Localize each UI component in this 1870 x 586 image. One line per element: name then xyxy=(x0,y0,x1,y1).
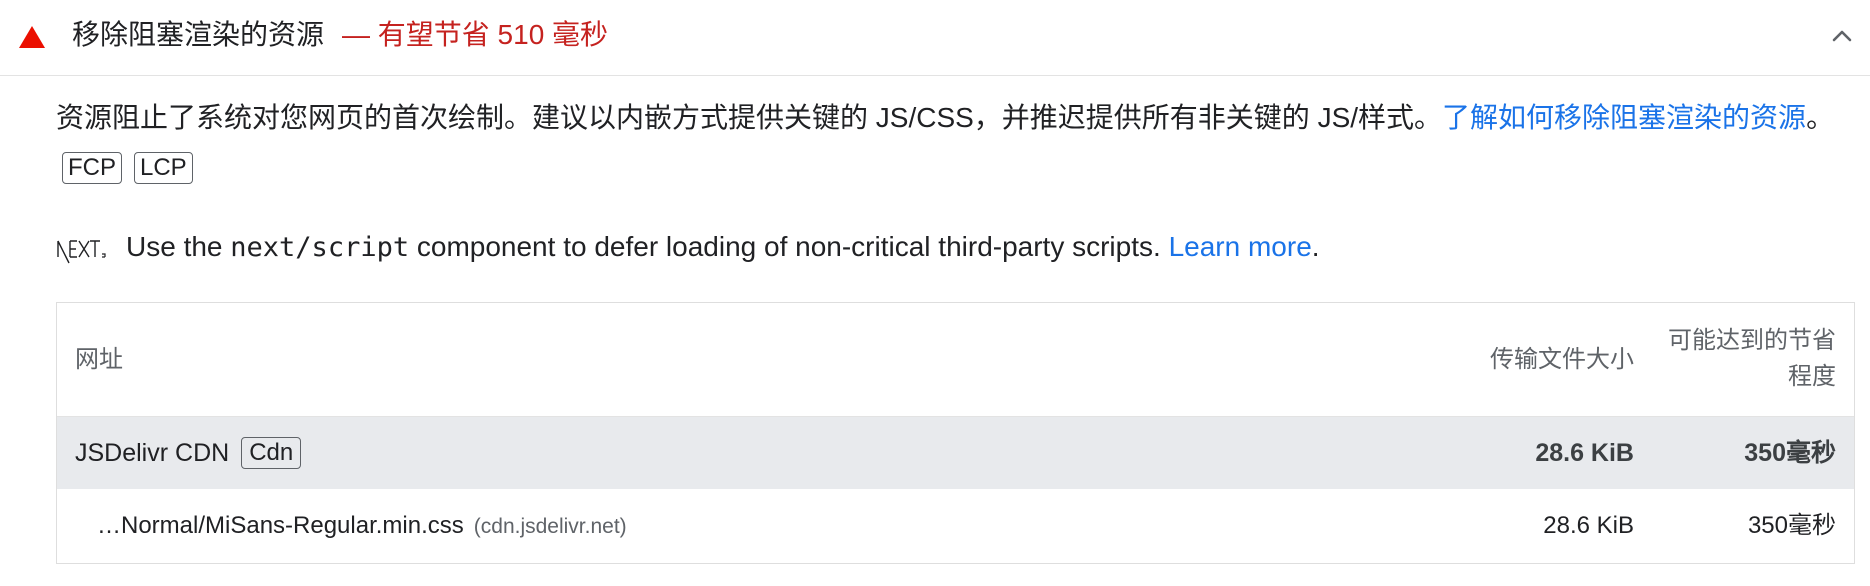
metric-tags: FCP LCP xyxy=(62,152,193,184)
table-group-row: JSDelivr CDN Cdn 28.6 KiB 350毫秒 xyxy=(57,417,1854,489)
render-blocking-audit: 移除阻塞渲染的资源 — 有望节省 510 毫秒 资源阻止了系统对您网页的首次绘制… xyxy=(0,0,1870,586)
warning-triangle-icon xyxy=(19,26,45,48)
stack-end: . xyxy=(1311,230,1320,262)
header-potential-savings: 可能达到的节省程度 xyxy=(1668,327,1836,390)
row-transfer-size: 28.6 KiB xyxy=(1543,512,1634,539)
audit-savings: — 有望节省 510 毫秒 xyxy=(342,19,609,50)
entity-category-badge: Cdn xyxy=(241,437,302,469)
group-potential-savings: 350毫秒 xyxy=(1744,439,1836,467)
stack-code: next/script xyxy=(230,231,410,263)
stack-pack-nextjs: Use the next/script component to defer l… xyxy=(56,226,1320,268)
row-potential-savings: 350毫秒 xyxy=(1747,512,1836,539)
header-url: 网址 xyxy=(75,346,123,373)
table-row: …Normal/MiSans-Regular.min.css (cdn.jsdel… xyxy=(57,489,1854,563)
group-transfer-size: 28.6 KiB xyxy=(1535,439,1634,467)
resource-path: …Normal/MiSans-Regular.min.css xyxy=(97,512,464,539)
learn-more-link[interactable]: 了解如何移除阻塞渲染的资源 xyxy=(1442,102,1806,133)
audit-description: 资源阻止了系统对您网页的首次绘制。建议以内嵌方式提供关键的 JS/CSS，并推迟… xyxy=(56,98,1846,138)
group-entity: JSDelivr CDN Cdn xyxy=(75,435,302,471)
stack-suffix: component to defer loading of non-critic… xyxy=(409,230,1169,262)
chevron-up-icon[interactable] xyxy=(1824,18,1860,54)
group-entity-name: JSDelivr CDN xyxy=(75,439,230,467)
description-suffix: 。 xyxy=(1806,102,1835,133)
stack-learn-more-link[interactable]: Learn more xyxy=(1169,231,1312,262)
stack-prefix: Use the xyxy=(126,230,231,262)
stack-pack-text: Use the next/script component to defer l… xyxy=(126,227,1320,268)
audit-title: 移除阻塞渲染的资源 xyxy=(72,19,325,50)
description-text: 资源阻止了系统对您网页的首次绘制。建议以内嵌方式提供关键的 JS/CSS，并推迟… xyxy=(56,102,1443,133)
table-header: 网址 传输文件大小 可能达到的节省程度 xyxy=(57,303,1854,417)
header-transfer-size: 传输文件大小 xyxy=(1490,346,1634,373)
resource-url[interactable]: …Normal/MiSans-Regular.min.css (cdn.jsdel… xyxy=(97,508,627,545)
audit-header[interactable]: 移除阻塞渲染的资源 — 有望节省 510 毫秒 xyxy=(0,0,1870,76)
resource-host: (cdn.jsdelivr.net) xyxy=(473,515,627,538)
metric-tag-fcp: FCP xyxy=(62,152,122,184)
nextjs-logo-icon xyxy=(57,240,106,264)
details-table: 网址 传输文件大小 可能达到的节省程度 JSDelivr CDN Cdn 28.… xyxy=(56,302,1855,564)
metric-tag-lcp: LCP xyxy=(134,152,193,184)
